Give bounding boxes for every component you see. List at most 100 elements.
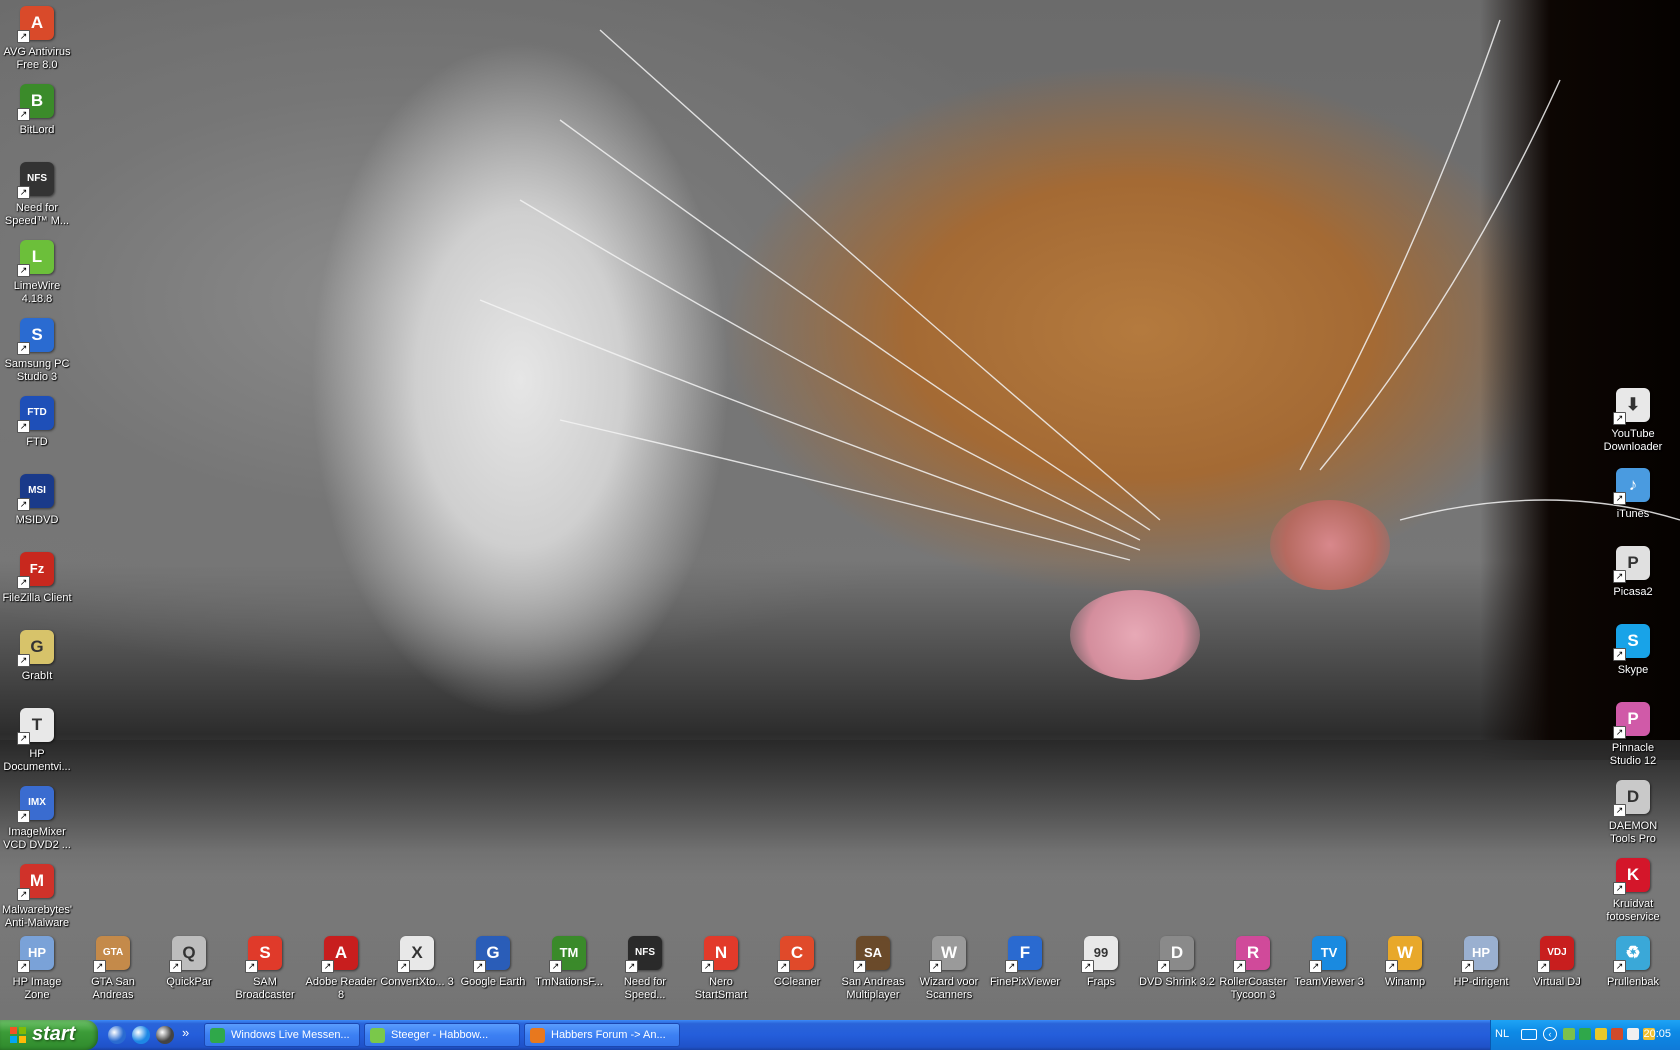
desktop-shortcut-label: Picasa2 bbox=[1613, 586, 1653, 598]
desktop-shortcut[interactable]: N Nero StartSmart bbox=[683, 936, 759, 1002]
desktop-shortcut[interactable]: ♪ iTunes bbox=[1595, 468, 1671, 521]
desktop-shortcut[interactable]: NFS Need for Speed... bbox=[607, 936, 683, 1002]
clock[interactable]: 20:05 bbox=[1643, 1028, 1671, 1040]
dvd-shrink-icon: D bbox=[1157, 936, 1194, 973]
desktop-shortcut[interactable]: A AVG Antivirus Free 8.0 bbox=[0, 6, 75, 72]
desktop-shortcut[interactable]: GTA GTA San Andreas bbox=[75, 936, 151, 1002]
taskbar-button-label: Windows Live Messen... bbox=[231, 1029, 350, 1041]
skype-icon: S bbox=[1613, 624, 1650, 661]
desktop-shortcut[interactable]: Q QuickPar bbox=[151, 936, 227, 989]
grabit-icon: G bbox=[17, 630, 54, 667]
desktop-shortcut[interactable]: NFS Need for Speed™ M... bbox=[0, 162, 75, 228]
kruidvat-icon: K bbox=[1613, 858, 1650, 895]
itunes-icon: ♪ bbox=[1613, 468, 1650, 505]
desktop-shortcut-label: ImageMixer VCD DVD2 ... bbox=[3, 826, 71, 851]
desktop-shortcut[interactable]: P Pinnacle Studio 12 bbox=[1595, 702, 1671, 768]
firefox-icon bbox=[530, 1028, 545, 1043]
show-hidden-icons-button[interactable]: ‹ bbox=[1543, 1027, 1557, 1041]
desktop-shortcut[interactable]: HP HP-dirigent bbox=[1443, 936, 1519, 989]
desktop-shortcut[interactable]: FTD FTD bbox=[0, 396, 75, 449]
picasa-icon: P bbox=[1613, 546, 1650, 583]
quick-launch-more-button[interactable]: » bbox=[182, 1025, 189, 1040]
desktop-shortcut[interactable]: G GrabIt bbox=[0, 630, 75, 683]
desktop-shortcut[interactable]: Fz FileZilla Client bbox=[0, 552, 75, 605]
desktop-wallpaper[interactable]: AAVG Antivirus Free 8.0BBitLordNFSNeed f… bbox=[0, 0, 1680, 1020]
desktop-shortcut[interactable]: K Kruidvat fotoservice bbox=[1595, 858, 1671, 924]
taskbar-button[interactable]: Steeger - Habbow... bbox=[364, 1023, 520, 1047]
malwarebytes-icon: M bbox=[17, 864, 54, 901]
desktop-shortcut[interactable]: R RollerCoaster Tycoon 3 bbox=[1215, 936, 1291, 1002]
desktop-shortcut[interactable]: IMX ImageMixer VCD DVD2 ... bbox=[0, 786, 75, 852]
desktop-shortcut-label: Kruidvat fotoservice bbox=[1606, 898, 1660, 923]
windows-logo-icon bbox=[10, 1027, 26, 1043]
taskbar-button[interactable]: Habbers Forum -> An... bbox=[524, 1023, 680, 1047]
desktop-shortcut[interactable]: G Google Earth bbox=[455, 936, 531, 989]
adobe-reader-icon: A bbox=[321, 936, 358, 973]
desktop-shortcut-label: ConvertXto... 3 bbox=[380, 976, 454, 988]
desktop-shortcut[interactable]: D DAEMON Tools Pro bbox=[1595, 780, 1671, 846]
desktop-shortcut[interactable]: VDJ Virtual DJ bbox=[1519, 936, 1595, 989]
recycle-bin-icon: ♻ bbox=[1613, 936, 1650, 973]
filezilla-icon: Fz bbox=[17, 552, 54, 589]
desktop-shortcut[interactable]: F FinePixViewer bbox=[987, 936, 1063, 989]
desktop-shortcut-label: Malwarebytes' Anti-Malware bbox=[2, 904, 72, 929]
network-icon[interactable] bbox=[1563, 1028, 1575, 1040]
messenger-chat-icon bbox=[370, 1028, 385, 1043]
desktop-shortcut-label: Virtual DJ bbox=[1533, 976, 1581, 988]
desktop-shortcut[interactable]: W Winamp bbox=[1367, 936, 1443, 989]
nero-icon: N bbox=[701, 936, 738, 973]
desktop-shortcut[interactable]: W Wizard voor Scanners bbox=[911, 936, 987, 1002]
desktop-shortcut[interactable]: M Malwarebytes' Anti-Malware bbox=[0, 864, 75, 930]
limewire-icon: L bbox=[17, 240, 54, 277]
desktop-shortcut[interactable]: B BitLord bbox=[0, 84, 75, 137]
nfs-icon: NFS bbox=[17, 162, 54, 199]
desktop-shortcut-label: Need for Speed™ M... bbox=[4, 202, 70, 227]
desktop-shortcut[interactable]: A Adobe Reader 8 bbox=[303, 936, 379, 1002]
taskbar: start » Windows Live Messen... Steeger - … bbox=[0, 1020, 1680, 1050]
desktop-shortcut[interactable]: TV TeamViewer 3 bbox=[1291, 936, 1367, 989]
desktop-shortcut[interactable]: L LimeWire 4.18.8 bbox=[0, 240, 75, 306]
internet-explorer-icon[interactable] bbox=[132, 1026, 150, 1044]
desktop-shortcut[interactable]: D DVD Shrink 3.2 bbox=[1139, 936, 1215, 989]
desktop-shortcut-label: San Andreas Multiplayer bbox=[841, 976, 905, 1001]
show-desktop-icon[interactable] bbox=[108, 1026, 126, 1044]
desktop-shortcut[interactable]: S Skype bbox=[1595, 624, 1671, 677]
desktop-shortcut[interactable]: ⬇ YouTube Downloader bbox=[1595, 388, 1671, 454]
keyboard-icon[interactable] bbox=[1521, 1029, 1537, 1040]
start-button[interactable]: start bbox=[0, 1020, 98, 1050]
desktop-shortcut[interactable]: P Picasa2 bbox=[1595, 546, 1671, 599]
avg-shield-icon[interactable] bbox=[156, 1026, 174, 1044]
daemon-tools-icon: D bbox=[1613, 780, 1650, 817]
taskbar-button[interactable]: Windows Live Messen... bbox=[204, 1023, 360, 1047]
desktop-shortcut-label: TmNationsF... bbox=[535, 976, 603, 988]
youtube-downloader-icon: ⬇ bbox=[1613, 388, 1650, 425]
desktop-shortcut[interactable]: MSI MSIDVD bbox=[0, 474, 75, 527]
taskbar-button-label: Steeger - Habbow... bbox=[391, 1029, 489, 1041]
desktop-shortcut[interactable]: 99 Fraps bbox=[1063, 936, 1139, 989]
security-icon[interactable] bbox=[1611, 1028, 1623, 1040]
convertx-icon: X bbox=[397, 936, 434, 973]
desktop-shortcut[interactable]: T HP Documentvi... bbox=[0, 708, 75, 774]
desktop-shortcut[interactable]: S SAM Broadcaster bbox=[227, 936, 303, 1002]
messenger-tray-icon[interactable] bbox=[1579, 1028, 1591, 1040]
desktop-shortcut[interactable]: S Samsung PC Studio 3 bbox=[0, 318, 75, 384]
desktop-shortcut-label: SAM Broadcaster bbox=[235, 976, 295, 1001]
samp-icon: SA bbox=[853, 936, 890, 973]
desktop-shortcut[interactable]: C CCleaner bbox=[759, 936, 835, 989]
language-indicator[interactable]: NL bbox=[1495, 1028, 1509, 1040]
desktop-shortcut-label: Nero StartSmart bbox=[694, 976, 748, 1001]
desktop-shortcut-label: AVG Antivirus Free 8.0 bbox=[3, 46, 71, 71]
desktop-shortcut[interactable]: HP HP Image Zone bbox=[0, 936, 75, 1002]
desktop-shortcut[interactable]: SA San Andreas Multiplayer bbox=[835, 936, 911, 1002]
desktop-shortcut-label: DVD Shrink 3.2 bbox=[1139, 976, 1215, 988]
gta-icon: GTA bbox=[93, 936, 130, 973]
desktop-shortcut-label: GrabIt bbox=[21, 670, 53, 682]
desktop-shortcut-label: DAEMON Tools Pro bbox=[1608, 820, 1658, 845]
desktop-shortcut[interactable]: X ConvertXto... 3 bbox=[379, 936, 455, 989]
desktop-shortcut[interactable]: TM TmNationsF... bbox=[531, 936, 607, 989]
volume-icon[interactable] bbox=[1627, 1028, 1639, 1040]
nfs-icon: NFS bbox=[625, 936, 662, 973]
desktop-shortcut-label: GTA San Andreas bbox=[91, 976, 135, 1001]
desktop-shortcut[interactable]: ♻ Prullenbak bbox=[1595, 936, 1671, 989]
avg-tray-icon[interactable] bbox=[1595, 1028, 1607, 1040]
